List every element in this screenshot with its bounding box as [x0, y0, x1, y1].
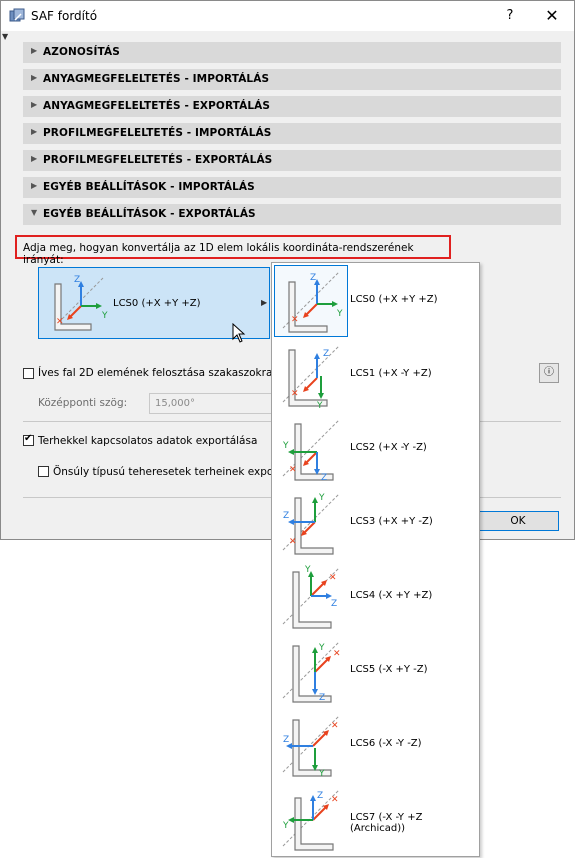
- lcs5-icon: Y Z ✕: [282, 641, 341, 703]
- svg-text:Z: Z: [331, 599, 337, 609]
- svg-text:Y: Y: [336, 309, 343, 319]
- expand-arrow-icon: ▶: [31, 127, 38, 136]
- lcs-option-label: LCS2 (+X -Y -Z): [350, 442, 427, 453]
- expand-arrow-icon: ▶: [31, 181, 38, 190]
- submenu-arrow-icon: ▶: [261, 298, 268, 307]
- section-other-import[interactable]: ▶ EGYÉB BEÁLLÍTÁSOK - IMPORTÁLÁS: [23, 177, 561, 198]
- section-label: ANYAGMEGFELELTETÉS - IMPORTÁLÁS: [43, 73, 270, 85]
- lcs-option-label: LCS4 (-X +Y +Z): [350, 590, 433, 601]
- selfweight-label: Önsúly típusú teheresetek terheinek expo…: [53, 466, 278, 478]
- svg-text:Z: Z: [317, 791, 323, 801]
- expand-arrow-icon: ▶: [31, 154, 38, 163]
- info-button[interactable]: ⓘ: [539, 363, 559, 383]
- lcs-option-label: LCS1 (+X -Y +Z): [350, 368, 432, 379]
- svg-text:Z: Z: [323, 349, 329, 359]
- curved-wall-label: Íves fal 2D elemének felosztása szakaszo…: [38, 367, 273, 379]
- svg-text:✕: ✕: [56, 317, 64, 327]
- lcs1-icon: Z Y ✕: [282, 345, 340, 410]
- lcs3-icon: Y Z ✕: [282, 493, 340, 555]
- svg-text:Z: Z: [283, 735, 289, 745]
- svg-text:Z: Z: [310, 273, 316, 283]
- section-material-export[interactable]: ▶ ANYAGMEGFELELTETÉS - EXPORTÁLÁS: [23, 96, 561, 117]
- svg-text:Y: Y: [101, 311, 108, 321]
- section-profile-export[interactable]: ▶ PROFILMEGFELELTETÉS - EXPORTÁLÁS: [23, 150, 561, 171]
- lcs-option-label: LCS0 (+X +Y +Z): [350, 294, 438, 305]
- svg-text:Z: Z: [321, 473, 327, 483]
- app-icon: [9, 8, 25, 22]
- svg-text:Y: Y: [282, 441, 289, 451]
- central-angle-label: Középponti szög:: [38, 397, 128, 409]
- lcs-option-5[interactable]: Y Z ✕ LCS5 (-X +Y -Z): [273, 634, 478, 707]
- lcs-option-4[interactable]: Y Z ✕ LCS4 (-X +Y +Z): [273, 560, 478, 633]
- svg-text:✕: ✕: [289, 537, 297, 547]
- selected-lcs-label: LCS0 (+X +Y +Z): [113, 298, 201, 309]
- expand-arrow-icon: ▶: [31, 46, 38, 55]
- svg-text:Y: Y: [282, 821, 289, 831]
- lcs-prompt-highlight: Adja meg, hogyan konvertálja az 1D elem …: [15, 235, 451, 266]
- svg-text:✕: ✕: [333, 649, 341, 659]
- lcs-icon: Z Y ✕: [54, 275, 108, 331]
- lcs-option-6[interactable]: Z Y ✕ LCS6 (-X -Y -Z): [273, 708, 478, 781]
- section-label: PROFILMEGFELELTETÉS - EXPORTÁLÁS: [43, 154, 273, 166]
- lcs-option-label: LCS7 (-X -Y +Z (Archicad)): [350, 812, 423, 834]
- expand-arrow-icon: ▶: [31, 100, 38, 109]
- collapse-marker-icon: ▼: [2, 32, 9, 41]
- svg-text:Y: Y: [318, 493, 325, 503]
- lcs2-icon: Y Z ✕: [282, 419, 340, 483]
- lcs-option-label: LCS6 (-X -Y -Z): [350, 738, 422, 749]
- load-export-label: Terhekkel kapcsolatos adatok exportálása: [38, 435, 258, 447]
- svg-text:✕: ✕: [291, 389, 299, 399]
- close-button[interactable]: ✕: [537, 6, 567, 26]
- svg-text:✕: ✕: [329, 573, 337, 583]
- curved-wall-checkbox[interactable]: [23, 368, 34, 379]
- central-angle-value: 15,000°: [155, 398, 195, 409]
- lcs-dropdown-list: Z Y ✕ LCS0 (+X +Y +Z) Z Y ✕ LCS1 (+X -Y …: [271, 262, 480, 857]
- section-azonositas[interactable]: ▶ AZONOSÍTÁS: [23, 42, 561, 63]
- section-other-export[interactable]: ▼ EGYÉB BEÁLLÍTÁSOK - EXPORTÁLÁS: [23, 204, 561, 225]
- section-label: EGYÉB BEÁLLÍTÁSOK - EXPORTÁLÁS: [43, 208, 256, 220]
- svg-text:Z: Z: [74, 275, 80, 285]
- title-bar: SAF fordító ? ✕: [1, 1, 574, 31]
- lcs4-icon: Y Z ✕: [282, 565, 340, 629]
- lcs-option-3[interactable]: Y Z ✕ LCS3 (+X +Y -Z): [273, 486, 478, 559]
- section-material-import[interactable]: ▶ ANYAGMEGFELELTETÉS - IMPORTÁLÁS: [23, 69, 561, 90]
- lcs6-icon: Z Y ✕: [282, 715, 340, 779]
- mouse-cursor-icon: [232, 323, 246, 343]
- section-label: PROFILMEGFELELTETÉS - IMPORTÁLÁS: [43, 127, 272, 139]
- svg-text:Z: Z: [283, 511, 289, 521]
- load-export-checkbox[interactable]: ✔: [23, 433, 34, 446]
- lcs-option-label: LCS5 (-X +Y -Z): [350, 664, 428, 675]
- lcs-option-7[interactable]: Z Y ✕ LCS7 (-X -Y +Z (Archicad)): [273, 782, 478, 855]
- section-profile-import[interactable]: ▶ PROFILMEGFELELTETÉS - IMPORTÁLÁS: [23, 123, 561, 144]
- section-label: ANYAGMEGFELELTETÉS - EXPORTÁLÁS: [43, 100, 271, 112]
- lcs0-icon: Z Y ✕: [274, 265, 348, 337]
- svg-text:✕: ✕: [331, 795, 339, 805]
- svg-text:Y: Y: [318, 769, 325, 779]
- lcs-option-1[interactable]: Z Y ✕ LCS1 (+X -Y +Z): [273, 338, 478, 411]
- help-button[interactable]: ?: [496, 6, 524, 26]
- window-title: SAF fordító: [31, 9, 98, 23]
- svg-text:✕: ✕: [291, 315, 299, 325]
- collapse-arrow-icon: ▼: [31, 208, 38, 217]
- svg-text:Y: Y: [316, 401, 323, 410]
- section-label: AZONOSÍTÁS: [43, 46, 120, 58]
- lcs7-icon: Z Y ✕: [282, 789, 340, 851]
- check-icon: ✔: [24, 433, 33, 444]
- expand-arrow-icon: ▶: [31, 73, 38, 82]
- svg-text:Z: Z: [319, 693, 325, 703]
- selfweight-checkbox[interactable]: [38, 466, 49, 477]
- svg-text:Y: Y: [304, 565, 311, 575]
- svg-text:✕: ✕: [331, 721, 339, 731]
- svg-text:Y: Y: [318, 643, 325, 653]
- lcs-option-2[interactable]: Y Z ✕ LCS2 (+X -Y -Z): [273, 412, 478, 485]
- lcs-option-0[interactable]: Z Y ✕ LCS0 (+X +Y +Z): [273, 264, 478, 337]
- lcs-option-label: LCS3 (+X +Y -Z): [350, 516, 433, 527]
- ok-button[interactable]: OK: [477, 511, 559, 531]
- central-angle-field[interactable]: 15,000°: [149, 393, 273, 414]
- section-label: EGYÉB BEÁLLÍTÁSOK - IMPORTÁLÁS: [43, 181, 255, 193]
- svg-text:✕: ✕: [289, 465, 297, 475]
